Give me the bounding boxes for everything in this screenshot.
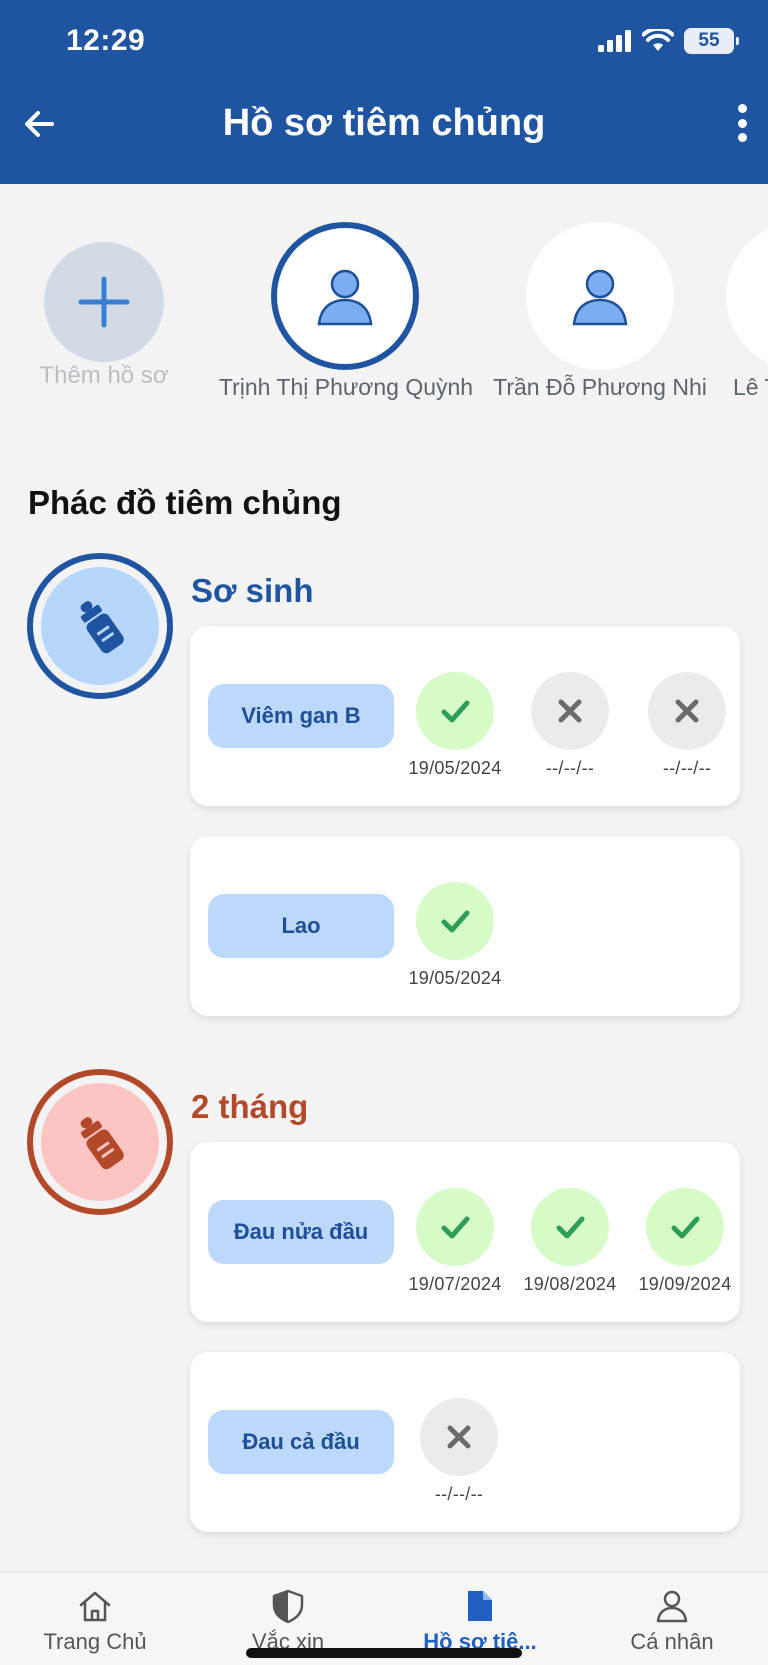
profile-item-selected[interactable]: Trịnh Thị Phương Quỳnh: [212, 222, 480, 400]
dose-date: 19/08/2024: [523, 1274, 617, 1294]
dose-status: [416, 882, 494, 960]
dose-date: 19/05/2024: [408, 968, 502, 988]
vaccine-card[interactable]: Đau cả đầu --/--/--: [190, 1352, 740, 1532]
dose-date: 19/05/2024: [408, 758, 502, 778]
app-header: 12:29 55 Hồ sơ tiêm chủng: [0, 0, 768, 184]
home-icon: [79, 1591, 111, 1622]
vaccine-card[interactable]: Viêm gan B 19/05/2024 --/--/-- --/--/--: [190, 626, 740, 806]
vaccine-name: Đau nửa đầu: [208, 1200, 394, 1264]
close-icon: [675, 699, 699, 723]
stage-label: Sơ sinh: [191, 572, 314, 609]
more-dot-icon: [737, 104, 747, 113]
vaccine-card[interactable]: Lao 19/05/2024: [190, 836, 740, 1016]
dose-item[interactable]: 19/05/2024: [400, 882, 510, 989]
dose-status: [531, 672, 609, 750]
dose-item[interactable]: --/--/--: [404, 1398, 514, 1505]
add-profile-button[interactable]: Thêm hồ sơ: [0, 230, 208, 400]
dose-item[interactable]: 19/09/2024: [630, 1188, 740, 1295]
check-icon: [441, 1216, 470, 1239]
dose-status: [531, 1188, 609, 1266]
more-dot-icon: [737, 133, 747, 142]
nav-home[interactable]: Trang Chủ: [5, 1587, 185, 1655]
check-icon: [671, 1216, 700, 1239]
home-indicator: [246, 1648, 522, 1658]
dose-item[interactable]: --/--/--: [632, 672, 742, 779]
baby-bottle-icon: [80, 1117, 124, 1170]
dose-item[interactable]: 19/07/2024: [400, 1188, 510, 1295]
close-icon: [558, 699, 582, 723]
dose-date: --/--/--: [545, 758, 595, 778]
status-time: 12:29: [66, 24, 146, 57]
person-icon: [656, 1590, 688, 1623]
avatar: [526, 222, 674, 370]
stage-icon-bg: [41, 567, 159, 685]
dose-status: [420, 1398, 498, 1476]
more-dot-icon: [737, 118, 747, 128]
close-icon: [447, 1425, 471, 1449]
shield-icon: [272, 1589, 304, 1624]
wifi-icon: [642, 29, 674, 51]
more-options-button[interactable]: [732, 100, 752, 146]
dose-status: [416, 672, 494, 750]
avatar: [726, 222, 768, 370]
schedule-title: Phác đồ tiêm chủng: [28, 484, 342, 521]
page-title: Hồ sơ tiêm chủng: [222, 102, 546, 144]
check-icon: [441, 700, 470, 723]
check-icon: [556, 1216, 585, 1239]
vaccine-card[interactable]: Đau nửa đầu 19/07/2024 19/08/2024 19/09/…: [190, 1142, 740, 1322]
document-icon: [468, 1591, 492, 1621]
dose-date: --/--/--: [434, 1484, 484, 1504]
profile-item[interactable]: Trần Đỗ Phương Nhi: [490, 222, 710, 400]
dose-date: 19/09/2024: [638, 1274, 732, 1294]
avatar: [271, 222, 419, 370]
vaccine-name: Đau cả đầu: [208, 1410, 394, 1474]
dose-status: [416, 1188, 494, 1266]
person-avatar-icon: [572, 269, 628, 326]
stage-icon-bg: [41, 1083, 159, 1201]
vaccine-name: Lao: [208, 894, 394, 958]
plus-icon: [78, 276, 130, 328]
status-icons: 55: [598, 28, 739, 54]
check-icon: [441, 910, 470, 933]
profile-item[interactable]: Lê T: [726, 222, 768, 400]
battery-indicator: 55: [684, 28, 739, 54]
person-avatar-icon: [317, 269, 373, 326]
dose-status: [648, 672, 726, 750]
add-profile-circle: [44, 242, 164, 362]
nav-vaccine[interactable]: Vắc xin: [198, 1587, 378, 1655]
stage-label: 2 tháng: [191, 1088, 309, 1125]
dose-date: 19/07/2024: [408, 1274, 502, 1294]
stage-icon: [27, 1069, 173, 1215]
vaccine-name: Viêm gan B: [208, 684, 394, 748]
dose-item[interactable]: --/--/--: [515, 672, 625, 779]
nav-profile[interactable]: Cá nhân: [582, 1587, 762, 1655]
dose-status: [646, 1188, 724, 1266]
profile-name: Trần Đỗ Phương Nhi: [493, 374, 707, 400]
profile-name: Trịnh Thị Phương Quỳnh: [218, 374, 474, 400]
nav-label: Trang Chủ: [43, 1629, 147, 1654]
dose-date: --/--/--: [662, 758, 712, 778]
profile-name: Lê T: [733, 374, 768, 400]
dose-item[interactable]: 19/08/2024: [515, 1188, 625, 1295]
nav-records[interactable]: Hồ sơ tiê...: [390, 1587, 570, 1655]
nav-label: Cá nhân: [630, 1629, 714, 1654]
profile-name: Thêm hồ sơ: [39, 362, 169, 389]
cellular-signal-icon: [598, 30, 631, 52]
baby-bottle-icon: [80, 601, 124, 654]
dose-item[interactable]: 19/05/2024: [400, 672, 510, 779]
stage-icon: [27, 553, 173, 699]
